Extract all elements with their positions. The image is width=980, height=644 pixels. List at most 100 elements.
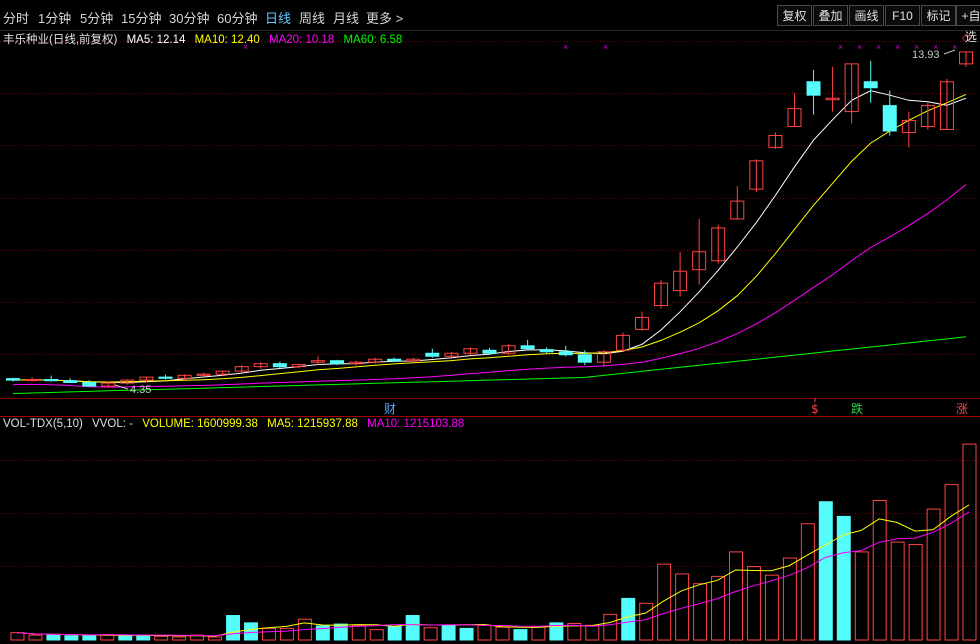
vol-ma10-label: MA10: 1215103.88	[367, 418, 465, 430]
period-tab-2[interactable]: 5分钟	[80, 8, 113, 27]
volume-bar	[333, 623, 348, 641]
candle-body	[158, 376, 173, 379]
vol-ma5-label: MA5: 1215937.88	[267, 418, 358, 430]
volume-bar	[495, 626, 510, 641]
volume-bar	[477, 624, 492, 641]
toolbar-button-3[interactable]: F10	[885, 5, 920, 26]
volume-bar	[729, 551, 743, 641]
event-marker-3: 涨	[956, 401, 968, 416]
volume-bar	[172, 636, 187, 641]
candle-body	[425, 352, 440, 357]
candle-body	[520, 345, 535, 350]
volume-bar	[118, 634, 133, 641]
volume-bar	[585, 624, 600, 641]
period-tab-7[interactable]: 周线	[299, 8, 325, 27]
ma20-label: MA20: 10.18	[269, 34, 335, 46]
candle-body	[25, 379, 40, 382]
signal-mark: ×	[603, 42, 608, 52]
price-annotations: 13.934.35××××××××××◇	[114, 31, 971, 396]
volume-bar	[405, 615, 420, 641]
volume-bar	[908, 544, 923, 641]
event-marker-2: 跌	[851, 401, 863, 416]
volume-bar	[603, 613, 618, 641]
volume-bar	[962, 443, 977, 641]
ma10-label: MA10: 12.40	[194, 34, 260, 46]
event-marker-0: 财	[384, 402, 396, 416]
volume-bar	[423, 627, 438, 641]
volume-bar	[513, 629, 528, 641]
candle-body	[558, 351, 573, 356]
toolbar-button-2[interactable]: 画线	[849, 5, 884, 26]
event-markers: 财 $ 跌 涨	[384, 398, 968, 416]
volume-bar	[28, 634, 43, 641]
signal-mark: ×	[933, 42, 938, 52]
volume-bar	[261, 627, 276, 641]
ma20-line	[12, 184, 967, 388]
candle-body	[863, 81, 878, 89]
period-tab-3[interactable]: 15分钟	[121, 8, 161, 27]
candlesticks	[6, 51, 973, 388]
candle-body	[272, 363, 287, 368]
toolbar-button-4[interactable]: 标记	[921, 5, 956, 26]
ma5-label: MA5: 12.14	[126, 34, 186, 46]
volume-bar	[764, 574, 779, 641]
signal-mark: ×	[857, 42, 862, 52]
candle-body	[577, 354, 592, 363]
volume-bar	[136, 635, 151, 641]
period-tab-1[interactable]: 1分钟	[38, 8, 71, 27]
volume-label: VOLUME: 1600999.38	[142, 418, 258, 430]
candle-body	[63, 380, 78, 383]
period-tab-8[interactable]: 月线	[333, 8, 359, 27]
volume-bar	[244, 622, 258, 641]
period-tab-6[interactable]: 日线	[265, 8, 291, 27]
volume-bar	[64, 635, 79, 641]
vvol-label: VVOL: -	[92, 418, 133, 430]
volume-bar	[10, 632, 25, 641]
volume-bar	[711, 575, 726, 641]
candle-body	[482, 349, 497, 354]
candle-body	[6, 378, 20, 381]
period-toolbar: 分时 1分钟 5分钟 15分钟 30分钟 60分钟 日线 周线 月线 更多 > 复权 叠加 画线 F10 标…	[0, 0, 980, 44]
signal-mark: ×	[876, 42, 881, 52]
volume-bar	[639, 602, 654, 641]
volume-bar	[818, 501, 833, 641]
event-marker-1: $	[811, 402, 819, 416]
signal-mark: ×	[838, 42, 843, 52]
volume-bar	[800, 523, 815, 641]
candle-body	[387, 358, 402, 362]
volume-bar	[459, 627, 474, 641]
volume-bar	[369, 629, 384, 641]
candle-body	[44, 379, 59, 382]
period-tab-4[interactable]: 30分钟	[169, 8, 209, 27]
period-tab-5[interactable]: 60分钟	[217, 8, 257, 27]
volume-bar	[782, 557, 797, 641]
volume-bar	[351, 624, 366, 641]
signal-mark: ×	[895, 42, 900, 52]
volume-bar	[226, 615, 241, 641]
toolbar-button-0[interactable]: 复权	[777, 5, 812, 26]
volume-bar	[208, 636, 223, 641]
volume-bar	[531, 626, 546, 641]
candle-body	[330, 360, 345, 365]
price-legend: 丰乐种业(日线,前复权) MA5: 12.14 MA10: 12.40 MA20…	[3, 31, 408, 47]
ma60-label: MA60: 6.58	[343, 34, 403, 46]
volume-bar	[890, 541, 905, 641]
volume-bar	[82, 635, 97, 641]
signal-mark: ×	[914, 42, 919, 52]
period-tab-0[interactable]: 分时	[3, 8, 29, 27]
volume-legend: VOL-TDX(5,10) VVOL: - VOLUME: 1600999.38…	[3, 418, 470, 430]
toolbar-button-5[interactable]: +自选	[956, 5, 980, 44]
toolbar-button-1[interactable]: 叠加	[813, 5, 848, 26]
volume-bar	[657, 563, 672, 641]
volume-bar	[944, 484, 959, 641]
kline-chart[interactable]: 财$跌涨 13.934.35××××××××××◇	[0, 0, 980, 644]
volume-bar	[621, 597, 636, 641]
volume-bar	[387, 626, 402, 641]
candle-body	[539, 349, 554, 353]
candle-body	[806, 81, 821, 96]
candle-body	[882, 105, 897, 132]
volume-bar	[854, 551, 869, 641]
period-tab-9[interactable]: 更多 >	[366, 8, 403, 27]
vol-indicator-name: VOL-TDX(5,10)	[3, 418, 83, 430]
stock-title: 丰乐种业(日线,前复权)	[3, 34, 118, 46]
